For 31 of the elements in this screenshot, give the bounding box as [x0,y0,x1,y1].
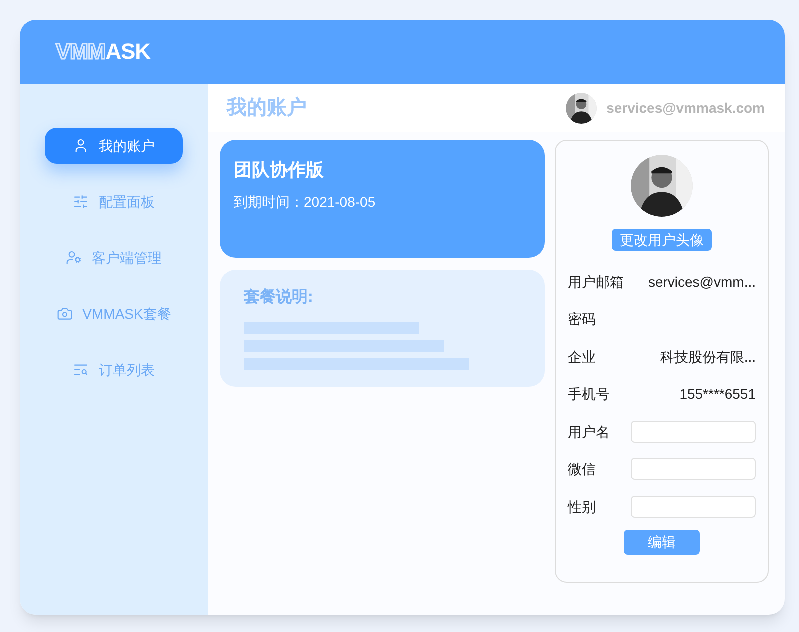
text-input[interactable] [631,458,756,480]
field-label: 微信 [568,460,596,480]
sidebar-item[interactable]: 我的账户 [45,128,183,164]
field-label: 性别 [568,498,596,517]
field-label: 用户邮箱 [568,272,624,292]
field-label: 密码 [568,310,596,330]
user-gear-icon [66,250,82,266]
plan-info-title: 套餐说明: [244,288,314,308]
logo: VMMASK [56,41,150,63]
field-label: 手机号 [568,385,610,404]
sidebar-item[interactable]: 订单列表 [45,352,183,388]
field-label: 企业 [568,348,596,367]
field-value: 科技股份有限... [660,348,756,367]
text-input[interactable] [631,420,756,443]
expiry-date: 到期时间：2021-08-05 [234,193,377,212]
field-value: 155****6551 [680,385,756,404]
change-avatar-button[interactable]: 更改用户头像 [612,229,712,251]
field-label: 用户名 [568,422,610,442]
user-icon [73,138,89,154]
edit-button[interactable]: 编辑 [624,530,700,554]
list-search-icon [73,362,89,378]
sidebar-item[interactable]: 客户端管理 [45,240,183,276]
sidebar-item[interactable]: VMMASK套餐 [45,296,183,332]
plan-name: 团队协作版 [234,159,325,182]
camera-icon [56,306,73,322]
user-email: services@vmmask.com [606,99,765,118]
field-value: services@vmm... [648,272,756,292]
text-input[interactable] [631,496,756,518]
sliders-icon [73,194,89,210]
sidebar-item[interactable]: 配置面板 [45,184,183,220]
page-title: 我的账户 [227,96,307,121]
